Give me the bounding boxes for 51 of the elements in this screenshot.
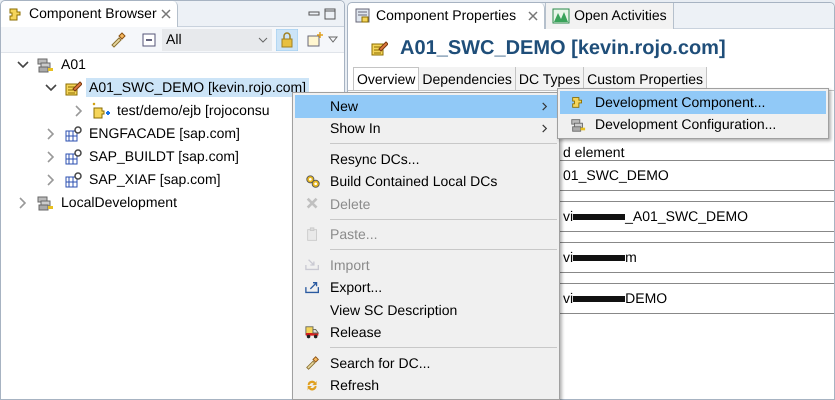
tree-item[interactable]: SAP_BUILDT [sap.com] xyxy=(86,147,242,166)
server-stack-icon xyxy=(36,56,54,74)
text-field[interactable]: vi DEMO xyxy=(548,283,834,314)
component-edit-icon xyxy=(370,39,388,57)
tree-item[interactable]: test/demo/ejb [rojoconsu xyxy=(114,101,273,120)
mountain-chart-icon xyxy=(552,6,570,24)
close-icon[interactable] xyxy=(160,8,171,18)
menu-item[interactable]: Refresh xyxy=(295,374,557,397)
flashlight-icon xyxy=(304,355,320,372)
text-field[interactable]: vi _A01_SWC_DEMO xyxy=(548,201,834,232)
server-stack-icon xyxy=(36,194,54,212)
form-tab[interactable]: Dependencies xyxy=(419,67,516,90)
menu-item[interactable]: Development Component... xyxy=(560,91,826,114)
maximize-icon[interactable] xyxy=(324,8,336,20)
menu-item[interactable]: Release xyxy=(295,322,557,344)
flashlight-icon[interactable] xyxy=(110,30,128,48)
component-gear-icon xyxy=(64,148,82,166)
collapse-all-icon[interactable] xyxy=(140,30,158,48)
tree-item[interactable]: SAP_XIAF [sap.com] xyxy=(86,170,224,189)
page-heading: A01_SWC_DEMO [kevin.rojo.com] xyxy=(400,36,726,61)
component-edit-icon xyxy=(64,78,82,96)
component-gear-icon xyxy=(64,170,82,188)
tree-item[interactable]: A01 xyxy=(58,55,89,74)
menu-item[interactable]: Development Configuration... xyxy=(560,114,826,136)
filter-dropdown[interactable]: All xyxy=(162,28,272,50)
close-icon[interactable] xyxy=(528,10,538,20)
menu-item[interactable]: New xyxy=(295,95,557,118)
form-tab[interactable]: Overview xyxy=(353,67,420,90)
view-tab[interactable]: Open Activities xyxy=(545,2,674,28)
menu-item[interactable]: Show In xyxy=(295,118,557,140)
field-text: d element xyxy=(563,144,624,160)
form-tab[interactable]: DC Types xyxy=(516,67,584,90)
caret-icon xyxy=(258,34,268,44)
export-tray-icon xyxy=(304,280,320,296)
component-gear-icon xyxy=(64,124,82,142)
component-plus-icon xyxy=(92,102,110,120)
server-stack-icon xyxy=(570,116,586,133)
menu-item[interactable]: Search for DC... xyxy=(295,352,557,374)
lock-icon[interactable] xyxy=(276,28,298,50)
properties-icon xyxy=(354,6,372,24)
truck-icon xyxy=(304,324,320,341)
view-menu-icon[interactable] xyxy=(328,34,338,44)
form-tab[interactable]: Custom Properties xyxy=(584,67,708,90)
view-tab[interactable]: Component Properties xyxy=(348,2,546,28)
text-field[interactable]: vi m xyxy=(548,242,834,273)
gears-icon xyxy=(304,174,320,190)
view-tab[interactable]: Component Browser xyxy=(1,0,178,26)
tree-item[interactable]: A01_SWC_DEMO [kevin.rojo.com] xyxy=(86,78,310,97)
new-folder-icon[interactable] xyxy=(306,30,324,48)
tree-item[interactable]: ENGFACADE [sap.com] xyxy=(86,124,243,143)
tree-item[interactable]: LocalDevelopment xyxy=(58,193,180,212)
